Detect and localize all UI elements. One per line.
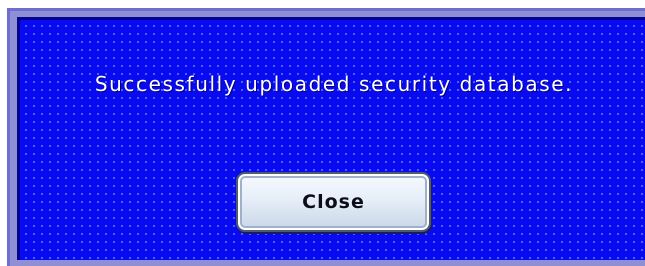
status-message: Successfully uploaded security database. xyxy=(94,72,574,96)
dialog-frame: Successfully uploaded security database.… xyxy=(0,0,645,266)
close-button-label: Close xyxy=(302,191,365,213)
close-button[interactable]: Close xyxy=(236,172,431,232)
message-dialog: Successfully uploaded security database.… xyxy=(17,17,645,260)
